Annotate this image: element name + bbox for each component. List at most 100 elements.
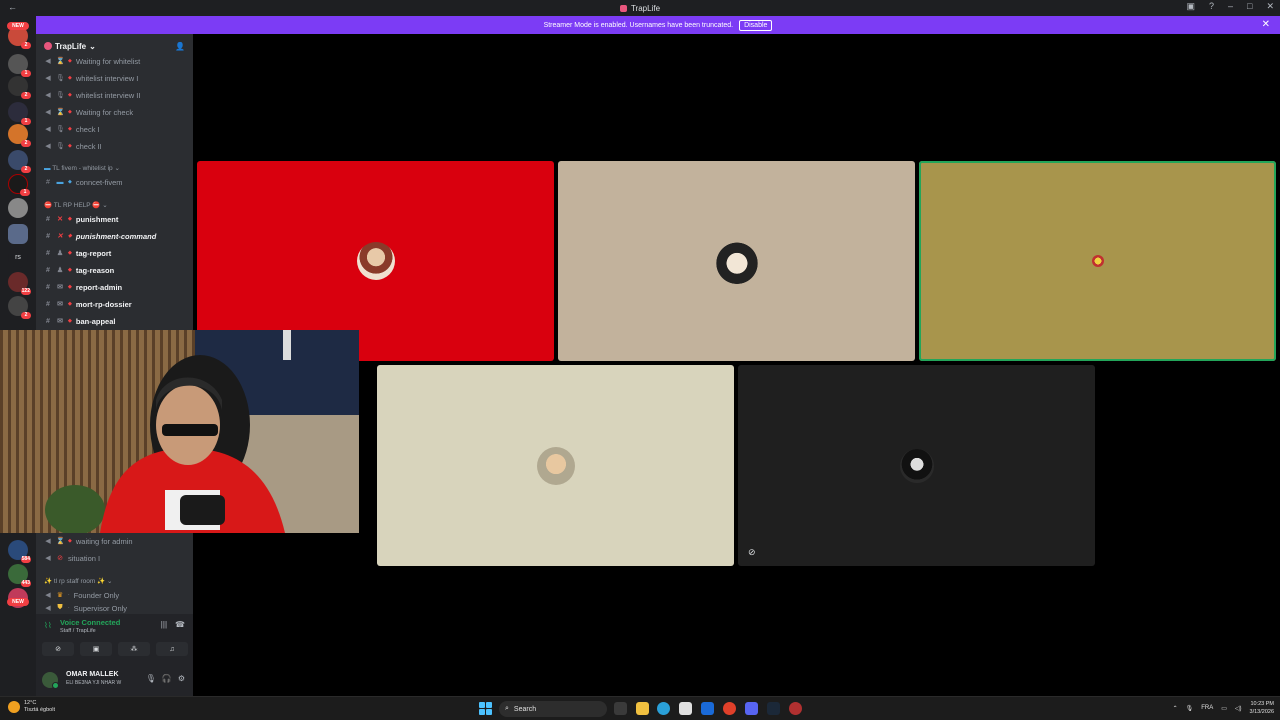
voice-channel[interactable]: ◀ 🎙 ◆ whitelist interview I bbox=[44, 70, 192, 86]
server-icon[interactable] bbox=[8, 224, 28, 244]
new-badge: NEW bbox=[7, 598, 29, 606]
server-icon[interactable]: 1 bbox=[8, 54, 31, 77]
category-header[interactable]: ⛔ TL RP HELP ⛔ ⌄ bbox=[44, 201, 108, 209]
hash-icon: # bbox=[46, 232, 50, 240]
edge-icon[interactable] bbox=[657, 702, 670, 715]
server-icon[interactable]: 2 bbox=[8, 150, 31, 173]
noise-suppression-icon[interactable]: ||| bbox=[161, 620, 167, 629]
voice-channel[interactable]: ◀ ♛ · Founder Only bbox=[44, 587, 192, 603]
task-view-icon[interactable] bbox=[614, 702, 627, 715]
mail-icon[interactable] bbox=[701, 702, 714, 715]
language-indicator[interactable]: FRA bbox=[1201, 705, 1213, 711]
soundboard-icon[interactable]: ♫ bbox=[156, 642, 188, 656]
text-channel[interactable]: # ✉ ◆ report-admin bbox=[44, 279, 192, 295]
chevron-down-icon: ⌄ bbox=[114, 165, 120, 172]
voice-channel[interactable]: ◀ 🎙 ◆ check I bbox=[44, 121, 192, 137]
weather-text: 12°C Tisztá égbolt bbox=[24, 700, 55, 714]
weather-widget[interactable]: 12°C Tisztá égbolt bbox=[8, 700, 55, 714]
voice-channel[interactable]: ◀ ⊘ situation I bbox=[44, 550, 192, 566]
invite-people-icon[interactable]: 👤 bbox=[175, 42, 185, 51]
voice-channel[interactable]: ◀ ⛊ · Supervisor Only bbox=[44, 603, 192, 613]
user-panel: OMAR MALLEK ELI BE3NA YJI NHAR W 🎙 🎧 ⚙ bbox=[36, 664, 193, 696]
server-icon[interactable]: 2 bbox=[8, 296, 31, 319]
text-channel[interactable]: # ✕ ◆ punishment-command bbox=[44, 228, 192, 244]
voice-channel[interactable]: ◀ ⌛ ◆ Waiting for whitelist bbox=[44, 53, 192, 69]
hash-icon: # bbox=[46, 215, 50, 223]
user-name[interactable]: OMAR MALLEK bbox=[66, 671, 119, 678]
close-button[interactable]: ✕ bbox=[1266, 1, 1274, 12]
file-explorer-icon[interactable] bbox=[636, 702, 649, 715]
clock[interactable]: 10:23 PM 3/13/2026 bbox=[1250, 700, 1274, 716]
voice-channel[interactable]: ◀ ⌛ ◆ waiting for admin bbox=[44, 533, 192, 549]
disconnect-icon[interactable]: ☎ bbox=[175, 620, 185, 629]
screen-share-icon[interactable]: ▣ bbox=[80, 642, 112, 656]
steam-icon[interactable] bbox=[767, 702, 780, 715]
server-icon[interactable]: 584 bbox=[8, 540, 31, 563]
avatar[interactable] bbox=[713, 238, 760, 284]
video-tile[interactable] bbox=[558, 161, 915, 361]
speaker-icon: ◀ bbox=[45, 592, 51, 599]
server-icon[interactable]: rs bbox=[8, 248, 28, 268]
text-channel[interactable]: # ✉ ◆ ban-appeal bbox=[44, 313, 192, 329]
voice-channel[interactable]: ◀ ⌛ ◆ Waiting for check bbox=[44, 104, 192, 120]
help-icon[interactable]: ? bbox=[1209, 1, 1214, 12]
server-name: TrapLife bbox=[55, 41, 87, 51]
network-icon[interactable]: ▭ bbox=[1221, 705, 1227, 712]
avatar[interactable] bbox=[356, 242, 395, 280]
avatar[interactable] bbox=[42, 672, 59, 689]
text-channel[interactable]: # ♟ ◆ tag-report bbox=[44, 245, 192, 261]
avatar[interactable] bbox=[899, 448, 934, 483]
avatar[interactable] bbox=[1091, 255, 1104, 267]
banner-close-icon[interactable]: ✕ bbox=[1262, 19, 1270, 30]
camera-off-icon[interactable]: ⊘ bbox=[42, 642, 74, 656]
inbox-icon[interactable]: ▣ bbox=[1186, 1, 1195, 12]
server-icon[interactable]: NEW 2 bbox=[7, 22, 31, 49]
obs-icon[interactable] bbox=[789, 702, 802, 715]
chrome-icon[interactable] bbox=[723, 702, 736, 715]
voice-status[interactable]: Voice Connected bbox=[60, 618, 120, 627]
server-icon[interactable]: 2 bbox=[8, 124, 31, 147]
server-icon[interactable]: 2 bbox=[8, 76, 31, 99]
voice-channel[interactable]: ◀ 🎙 ◆ check II bbox=[44, 138, 192, 154]
signal-icon[interactable]: ⌇⌇ bbox=[44, 621, 52, 630]
monitor-icon: ▬ bbox=[56, 178, 64, 186]
headphones-icon[interactable]: 🎧 bbox=[162, 674, 172, 683]
disable-streamer-mode-button[interactable]: Disable bbox=[739, 19, 773, 31]
server-icon[interactable]: 443 bbox=[8, 564, 31, 587]
voice-channel[interactable]: ◀ 🎙 ◆ whitelist interview II bbox=[44, 87, 192, 103]
category-header[interactable]: ✨ tl rp staff room ✨ ⌄ bbox=[44, 577, 113, 585]
mic-icon: 🎙 bbox=[56, 75, 65, 82]
maximize-button[interactable]: □ bbox=[1247, 1, 1252, 12]
voice-channel-name[interactable]: Staff / TrapLife bbox=[60, 628, 96, 634]
server-icon[interactable] bbox=[8, 198, 28, 218]
taskbar-search[interactable]: ⌕ Search bbox=[499, 701, 607, 717]
category-header[interactable]: ▬ TL fivem - whitelist ip ⌄ bbox=[44, 164, 120, 172]
windows-start-icon[interactable] bbox=[479, 702, 492, 715]
back-arrow-icon[interactable]: ← bbox=[8, 2, 17, 12]
gear-icon[interactable]: ⚙ bbox=[178, 674, 185, 683]
video-tile[interactable] bbox=[377, 365, 734, 566]
video-tile-speaking[interactable] bbox=[919, 161, 1276, 361]
discord-icon[interactable] bbox=[745, 702, 758, 715]
server-icon[interactable]: NEW bbox=[7, 588, 29, 608]
app-logo-icon bbox=[619, 4, 627, 12]
video-tile[interactable]: ⊘ bbox=[738, 365, 1095, 566]
microphone-icon[interactable]: 🎙 bbox=[146, 674, 156, 683]
text-channel[interactable]: # ✉ ◆ mort-rp-dossier bbox=[44, 296, 192, 312]
mention-badge: 2 bbox=[21, 312, 31, 319]
text-channel[interactable]: # ▬ ◆ conncet-fivem bbox=[44, 174, 192, 190]
chevron-up-icon[interactable]: ⌃ bbox=[1173, 705, 1178, 712]
activities-icon[interactable]: ⁂ bbox=[118, 642, 150, 656]
text-channel[interactable]: # ♟ ◆ tag-reason bbox=[44, 262, 192, 278]
mention-badge: 122 bbox=[20, 288, 31, 295]
text-channel[interactable]: # ✕ ◆ punishment bbox=[44, 211, 192, 227]
minimize-button[interactable]: – bbox=[1228, 1, 1233, 12]
speaker-icon: ◀ bbox=[45, 605, 51, 612]
avatar[interactable] bbox=[536, 446, 575, 485]
server-icon[interactable]: 1 bbox=[8, 102, 31, 125]
store-icon[interactable] bbox=[679, 702, 692, 715]
volume-icon[interactable]: ◁) bbox=[1235, 705, 1242, 712]
mic-icon[interactable]: 🎙 bbox=[1186, 705, 1194, 712]
server-icon[interactable]: 122 bbox=[8, 272, 31, 295]
server-icon[interactable]: 1 bbox=[8, 174, 30, 196]
